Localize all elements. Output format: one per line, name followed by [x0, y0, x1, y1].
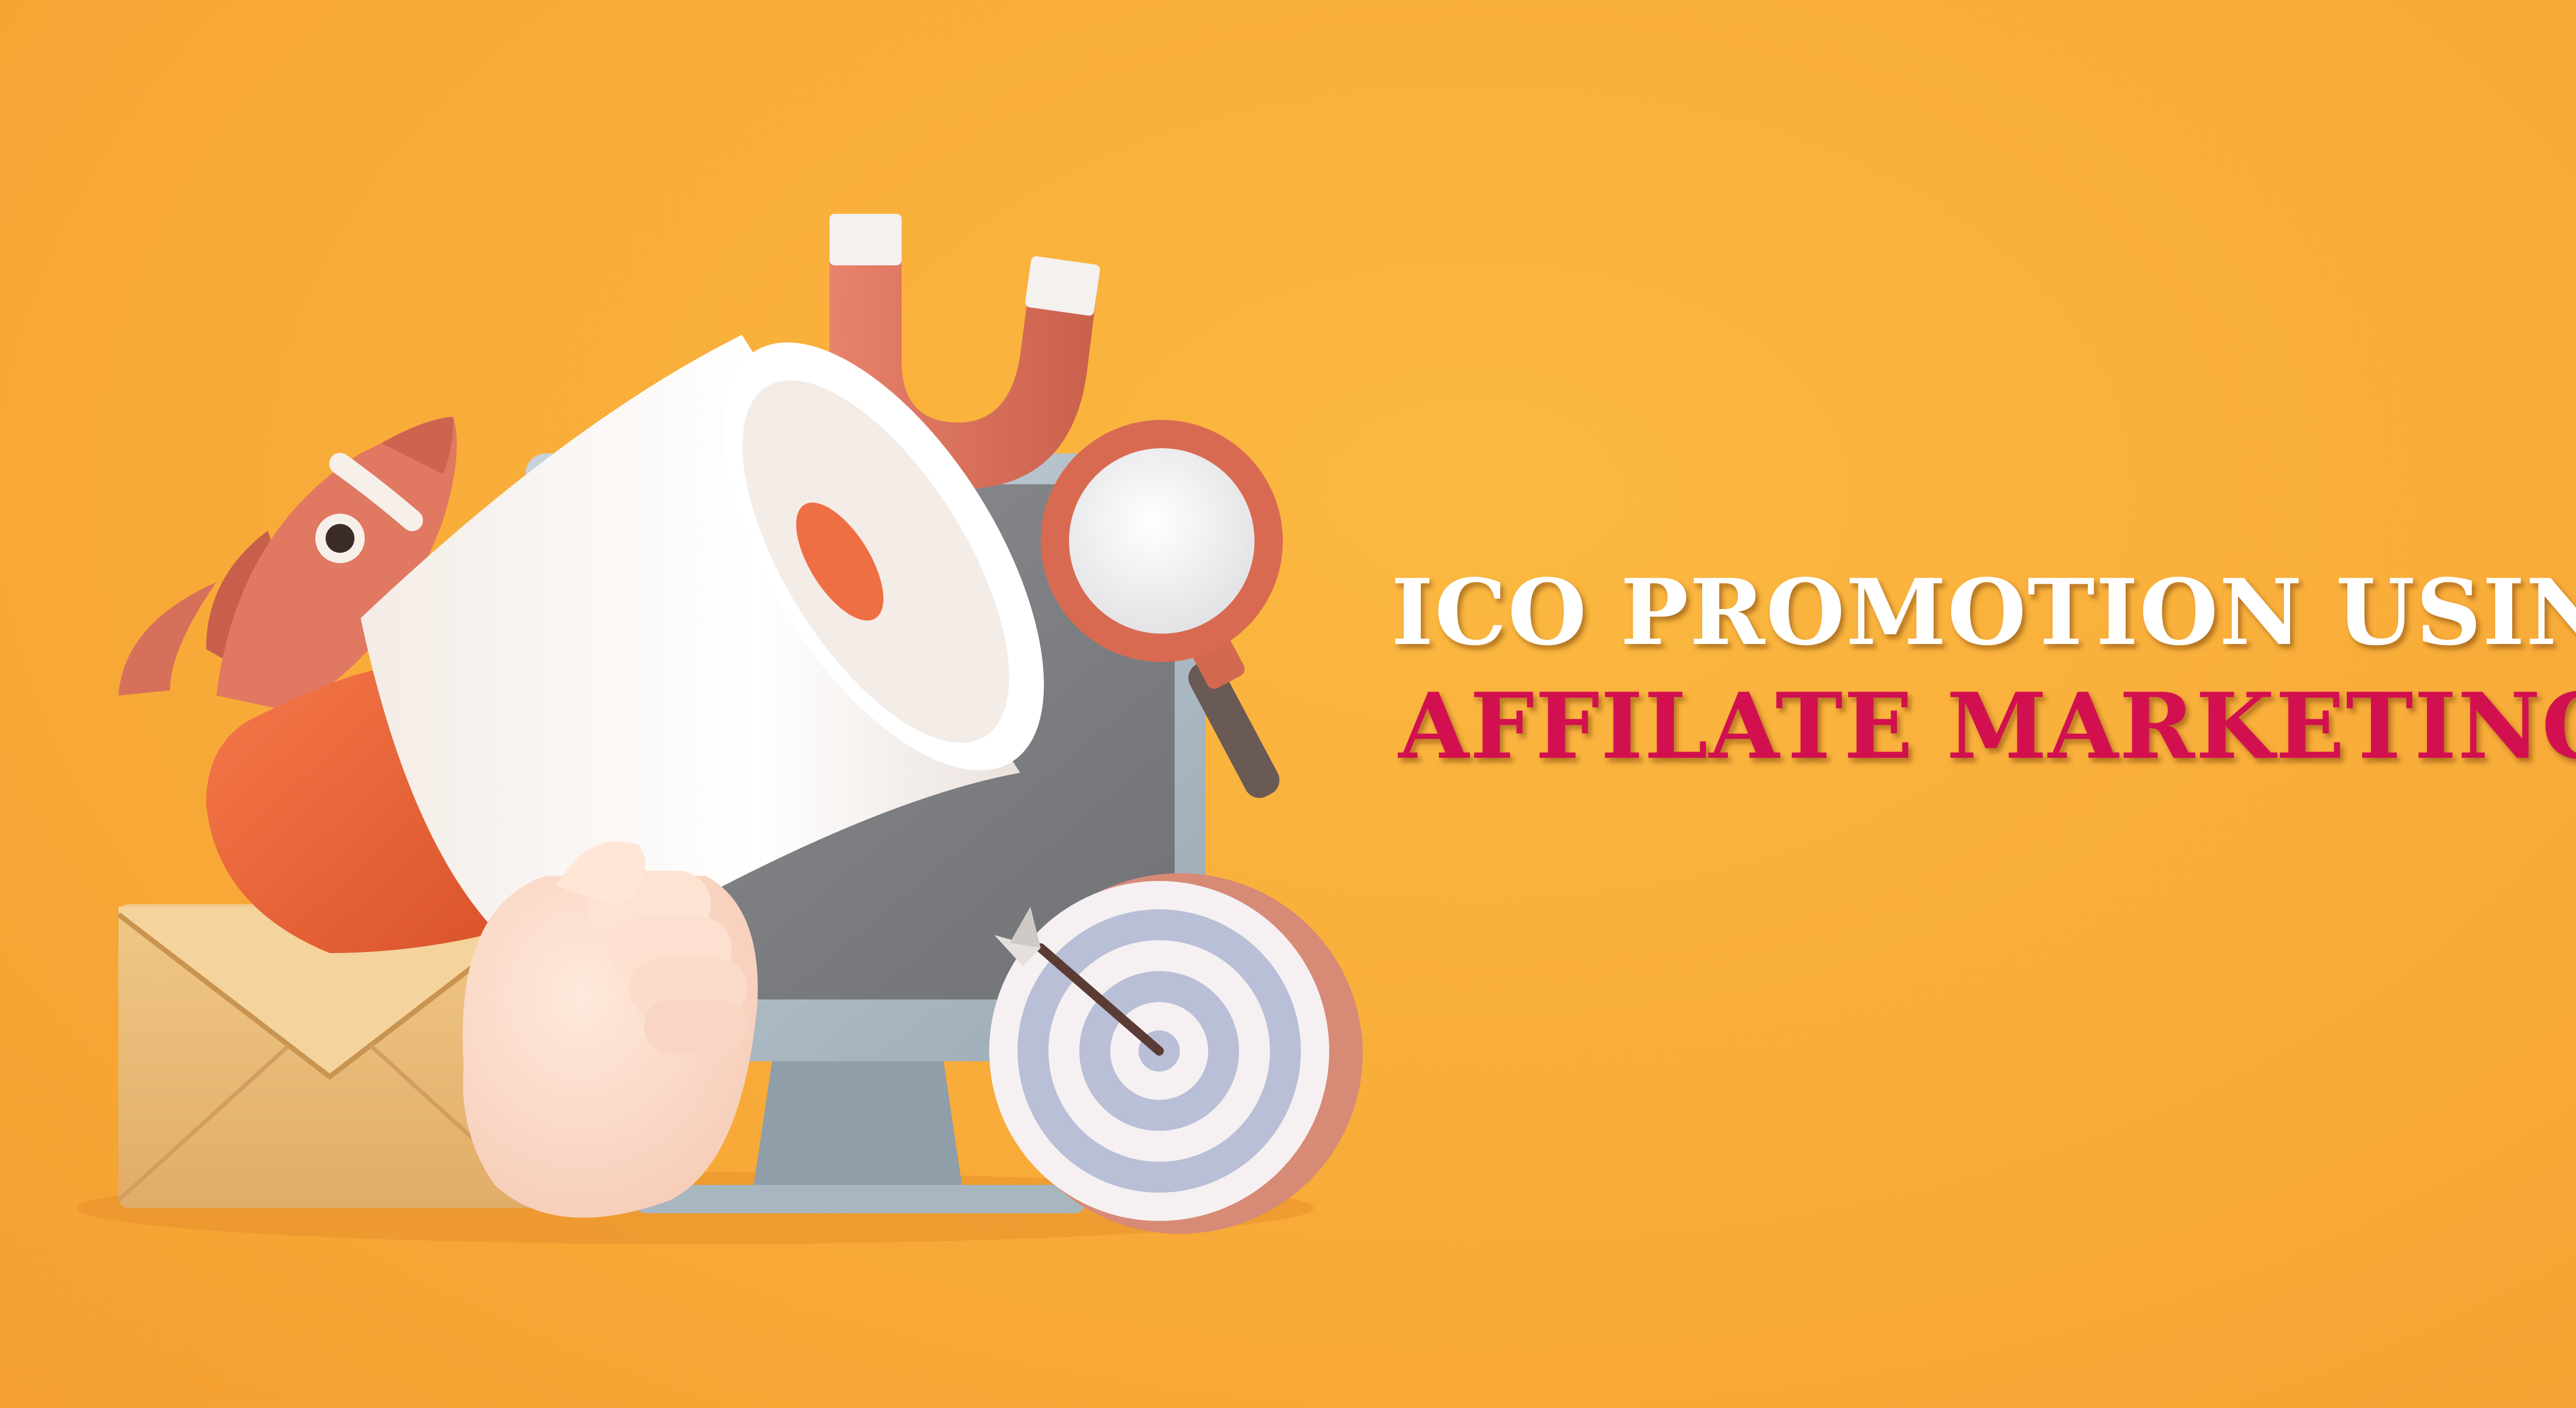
headline: ICO PROMOTION USING AFFILATE MARKETING: [1391, 562, 2576, 777]
headline-line-1: ICO PROMOTION USING: [1391, 559, 2576, 666]
headline-line-2: AFFILATE MARKETING: [1398, 673, 2576, 780]
